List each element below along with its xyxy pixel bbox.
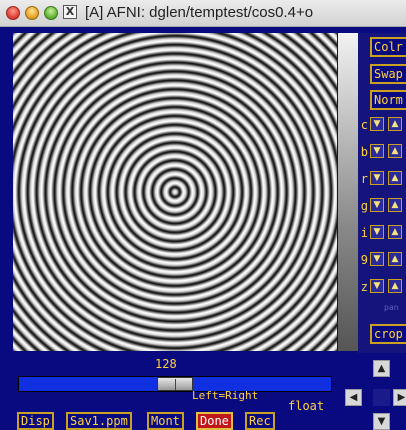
minimize-window-button[interactable] <box>25 6 39 20</box>
disabled-control: pan <box>384 303 399 312</box>
row-label-9: 9 <box>360 253 368 267</box>
row-b-up-button[interactable]: ▲ <box>388 144 402 158</box>
slider-value: 128 <box>155 357 177 371</box>
arrow-center <box>373 389 390 406</box>
left-right-label: Left=Right <box>192 389 259 402</box>
swap-button[interactable]: Swap <box>370 64 406 84</box>
close-window-button[interactable] <box>6 6 20 20</box>
title-bar: X [A] AFNI: dglen/temptest/cos0.4+o <box>0 0 406 27</box>
save-button[interactable]: Sav1.ppm <box>66 412 132 430</box>
row-label-i: i <box>360 226 368 240</box>
row-label-r: r <box>360 172 368 186</box>
row-9-up-button[interactable]: ▲ <box>388 252 402 266</box>
row-r-up-button[interactable]: ▲ <box>388 171 402 185</box>
record-button[interactable]: Rec <box>245 412 275 430</box>
row-c-down-button[interactable]: ▼ <box>370 117 384 131</box>
row-g-down-button[interactable]: ▼ <box>370 198 384 212</box>
image-display[interactable] <box>13 33 337 351</box>
colr-menu-button[interactable]: Colr <box>370 37 406 57</box>
row-g-up-button[interactable]: ▲ <box>388 198 402 212</box>
row-i-up-button[interactable]: ▲ <box>388 225 402 239</box>
row-c-up-button[interactable]: ▲ <box>388 117 402 131</box>
row-z-down-button[interactable]: ▼ <box>370 279 384 293</box>
row-r-down-button[interactable]: ▼ <box>370 171 384 185</box>
float-label: float <box>288 399 325 413</box>
window-title: [A] AFNI: dglen/temptest/cos0.4+o <box>85 4 314 21</box>
row-label-z: z <box>360 280 368 294</box>
row-9-down-button[interactable]: ▼ <box>370 252 384 266</box>
disp-button[interactable]: Disp <box>17 412 54 430</box>
norm-button[interactable]: Norm <box>370 90 406 110</box>
row-label-c: c <box>360 118 368 132</box>
row-i-down-button[interactable]: ▼ <box>370 225 384 239</box>
montage-button[interactable]: Mont <box>147 412 184 430</box>
crop-button[interactable]: crop <box>370 324 406 344</box>
slider-thumb[interactable] <box>157 377 193 391</box>
x11-icon: X <box>63 5 77 19</box>
row-b-down-button[interactable]: ▼ <box>370 144 384 158</box>
zoom-window-button[interactable] <box>44 6 58 20</box>
arrow-left-button[interactable]: ◀ <box>345 389 362 406</box>
arrow-down-button[interactable]: ▼ <box>373 413 390 430</box>
colorbar-strip[interactable] <box>338 33 358 351</box>
arrow-right-button[interactable]: ▶ <box>393 389 406 406</box>
row-z-up-button[interactable]: ▲ <box>388 279 402 293</box>
row-label-g: g <box>360 199 368 213</box>
row-label-b: b <box>360 145 368 159</box>
arrow-up-button[interactable]: ▲ <box>373 360 390 377</box>
done-button[interactable]: Done <box>196 412 233 430</box>
